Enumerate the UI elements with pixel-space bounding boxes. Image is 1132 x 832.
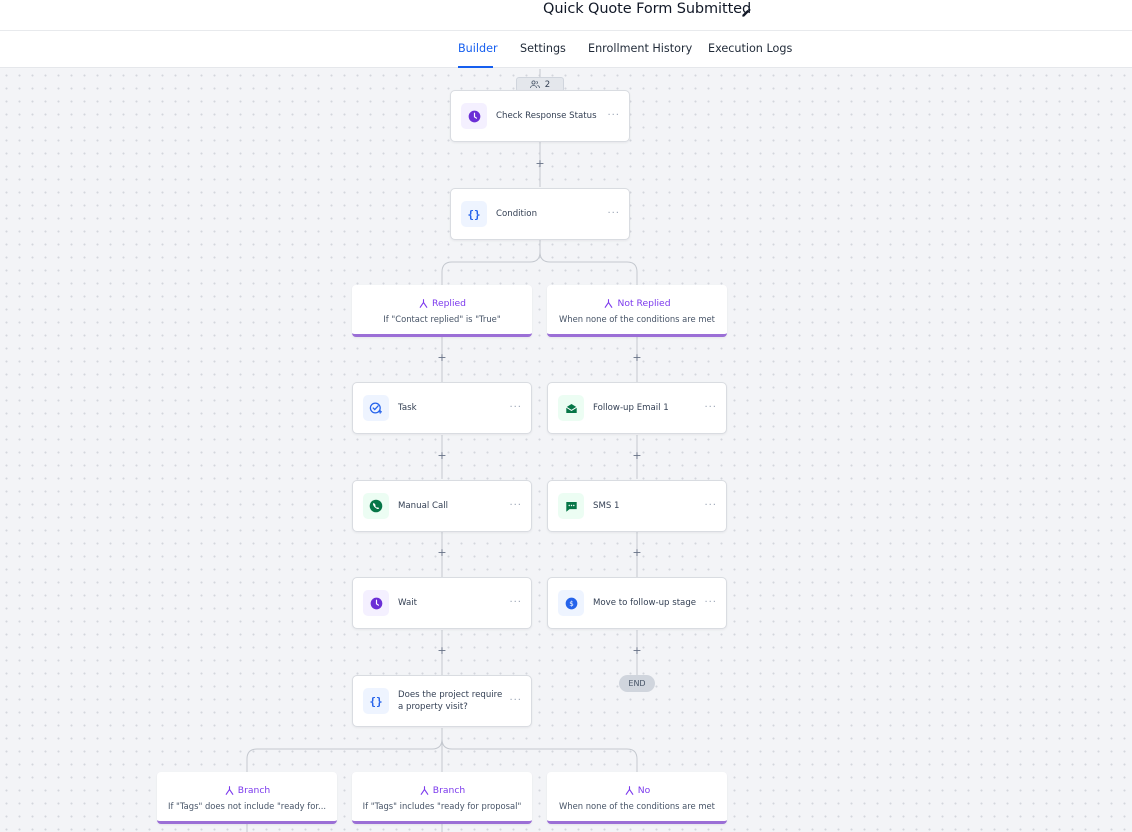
- title-row: Quick Quote Form Submitted: [0, 0, 1132, 31]
- add-step-button[interactable]: +: [630, 449, 644, 463]
- branch-tags-not-ready[interactable]: Branch If "Tags" does not include "ready…: [157, 772, 337, 824]
- branch-title: Branch: [157, 785, 337, 796]
- braces-icon: {}: [467, 207, 481, 221]
- branch-icon: [605, 299, 613, 308]
- node-icon-wrap: [363, 395, 389, 421]
- node-task[interactable]: Task ···: [352, 382, 532, 434]
- node-label: Wait: [398, 598, 417, 608]
- add-step-button[interactable]: +: [435, 449, 449, 463]
- branch-description: If "Tags" does not include "ready for...: [167, 801, 327, 811]
- node-menu-button[interactable]: ···: [509, 500, 522, 511]
- branch-no[interactable]: No When none of the conditions are met: [547, 772, 727, 824]
- task-check-icon: [369, 402, 382, 414]
- node-icon-wrap: {}: [363, 688, 389, 714]
- branch-icon: [625, 786, 634, 795]
- node-wait[interactable]: Wait ···: [352, 577, 532, 629]
- add-step-button[interactable]: +: [435, 546, 449, 560]
- page-title: Quick Quote Form Submitted: [543, 1, 752, 17]
- node-menu-button[interactable]: ···: [704, 597, 717, 608]
- branch-title: Not Replied: [547, 298, 727, 309]
- clock-icon: [370, 597, 382, 609]
- tab-builder[interactable]: Builder: [458, 42, 498, 55]
- node-label: Condition: [496, 209, 538, 219]
- node-icon-wrap: [363, 493, 389, 519]
- node-check-response-status[interactable]: Check Response Status ···: [450, 90, 630, 142]
- node-label: Task: [398, 403, 417, 413]
- workflow-canvas[interactable]: 2 Check Response Status ··· + {} Conditi…: [0, 69, 1132, 832]
- branch-tags-ready[interactable]: Branch If "Tags" includes "ready for pro…: [352, 772, 532, 824]
- connector-lines: [246, 69, 638, 832]
- branch-title: Branch: [352, 785, 532, 796]
- braces-icon: {}: [369, 694, 383, 708]
- node-condition[interactable]: {} Condition ···: [450, 188, 630, 240]
- branch-description: When none of the conditions are met: [559, 314, 715, 324]
- node-manual-call[interactable]: Manual Call ···: [352, 480, 532, 532]
- node-label: Does the project require a property visi…: [398, 690, 503, 712]
- email-icon: [565, 403, 577, 413]
- branch-icon: [225, 786, 234, 795]
- branch-title: Replied: [352, 298, 532, 309]
- branch-description: If "Tags" includes "ready for proposal": [362, 801, 522, 811]
- node-label: Manual Call: [398, 501, 449, 511]
- header: Quick Quote Form Submitted Builder Setti…: [0, 0, 1132, 68]
- node-menu-button[interactable]: ···: [509, 402, 522, 413]
- node-menu-button[interactable]: ···: [704, 402, 717, 413]
- branch-icon: [420, 786, 429, 795]
- node-icon-wrap: {}: [461, 201, 487, 227]
- add-step-button[interactable]: +: [630, 644, 644, 658]
- sms-icon: [565, 501, 577, 512]
- branch-title: No: [547, 785, 727, 796]
- branch-description: When none of the conditions are met: [559, 801, 715, 811]
- add-step-button[interactable]: +: [435, 644, 449, 658]
- node-menu-button[interactable]: ···: [509, 695, 522, 706]
- active-tab-indicator: [458, 66, 493, 68]
- branch-description: If "Contact replied" is "True": [383, 314, 501, 324]
- branch-not-replied[interactable]: Not Replied When none of the conditions …: [547, 285, 727, 337]
- node-menu-button[interactable]: ···: [704, 500, 717, 511]
- edit-title-button[interactable]: [738, 4, 754, 20]
- node-property-visit-condition[interactable]: {} Does the project require a property v…: [352, 675, 532, 727]
- branch-replied[interactable]: Replied If "Contact replied" is "True": [352, 285, 532, 337]
- tab-bar: Builder Settings Enrollment History Exec…: [0, 31, 1132, 68]
- add-step-button[interactable]: +: [630, 546, 644, 560]
- node-icon-wrap: [558, 395, 584, 421]
- node-label: Follow-up Email 1: [593, 403, 669, 413]
- pencil-icon: [741, 7, 751, 17]
- node-move-to-follow-up-stage[interactable]: $ Move to follow-up stage ···: [547, 577, 727, 629]
- node-label: Check Response Status: [496, 111, 597, 121]
- clock-icon: [468, 110, 480, 122]
- add-step-button[interactable]: +: [630, 351, 644, 365]
- branch-icon: [419, 299, 428, 308]
- node-icon-wrap: [558, 493, 584, 519]
- dollar-icon: $: [565, 597, 577, 609]
- node-label: Move to follow-up stage: [593, 598, 697, 608]
- add-step-button[interactable]: +: [533, 157, 547, 171]
- end-marker: END: [619, 675, 655, 692]
- node-menu-button[interactable]: ···: [607, 208, 620, 219]
- node-label: SMS 1: [593, 501, 620, 511]
- users-icon: [529, 80, 540, 89]
- node-follow-up-email[interactable]: Follow-up Email 1 ···: [547, 382, 727, 434]
- tab-enrollment-history[interactable]: Enrollment History: [588, 42, 692, 55]
- node-icon-wrap: [461, 103, 487, 129]
- tab-settings[interactable]: Settings: [520, 42, 566, 55]
- tab-execution-logs[interactable]: Execution Logs: [708, 42, 792, 55]
- node-sms[interactable]: SMS 1 ···: [547, 480, 727, 532]
- node-menu-button[interactable]: ···: [509, 597, 522, 608]
- node-icon-wrap: $: [558, 590, 584, 616]
- phone-icon: [369, 499, 383, 513]
- enrolled-count: 2: [544, 79, 551, 90]
- svg-text:$: $: [569, 599, 574, 608]
- node-icon-wrap: [363, 590, 389, 616]
- add-step-button[interactable]: +: [435, 351, 449, 365]
- node-menu-button[interactable]: ···: [607, 110, 620, 121]
